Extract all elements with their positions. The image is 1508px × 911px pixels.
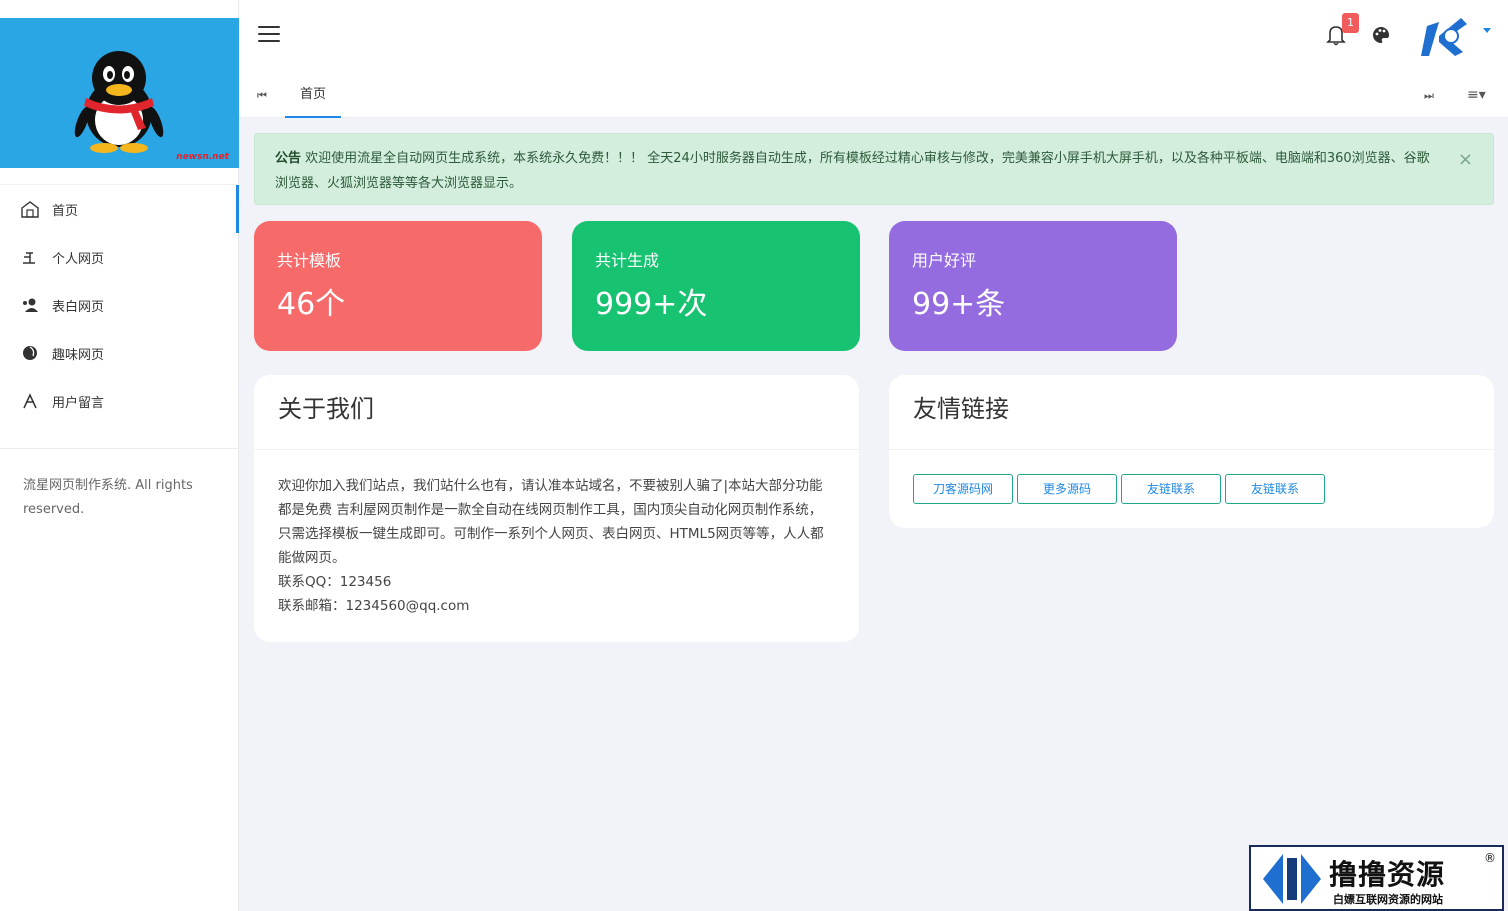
- stat-value: 46个: [277, 287, 346, 322]
- friend-link-button[interactable]: 友链联系: [1121, 474, 1221, 504]
- watermark-reg: ®: [1484, 851, 1496, 865]
- sidebar: newsn.net 首页 个人网页 表白网页 趣味网页 用户留言 流星网页制作系…: [0, 0, 239, 911]
- stat-title: 共计模板: [277, 251, 342, 270]
- sidebar-item-label: 首页: [52, 203, 79, 219]
- about-text: 欢迎你加入我们站点，我们站什么也有，请认准本站域名，不要被别人骗了|本站大部分功…: [278, 478, 824, 566]
- watermark: 撸撸资源 ® 白嫖互联网资源的网站: [1249, 845, 1504, 911]
- sidebar-item-confession[interactable]: 表白网页: [0, 281, 239, 329]
- stat-card-templates: 共计模板 46个: [254, 221, 542, 351]
- menu-icon[interactable]: [258, 26, 280, 46]
- tab-home[interactable]: 首页: [285, 72, 342, 118]
- top-header: 1: [239, 0, 1508, 72]
- about-body: 欢迎你加入我们站点，我们站什么也有，请认准本站域名，不要被别人骗了|本站大部分功…: [254, 450, 859, 618]
- watermark-logo-icon: [1263, 854, 1321, 904]
- avatar[interactable]: [1417, 12, 1471, 60]
- sidebar-item-label: 用户留言: [52, 395, 105, 411]
- sidebar-item-personal[interactable]: 个人网页: [0, 233, 239, 281]
- tab-menu-icon[interactable]: ≡▾: [1467, 87, 1486, 103]
- stat-card-reviews: 用户好评 99+条: [889, 221, 1177, 351]
- sidebar-menu: 首页 个人网页 表白网页 趣味网页 用户留言: [0, 184, 239, 425]
- stat-value: 99+条: [912, 287, 1006, 322]
- sidebar-item-label: 趣味网页: [52, 347, 105, 363]
- chevron-down-icon[interactable]: [1483, 28, 1491, 33]
- sidebar-item-fun[interactable]: 趣味网页: [0, 329, 239, 377]
- tab-scroll-right-icon[interactable]: ⏭: [1424, 89, 1434, 103]
- tab-scroll-left-icon[interactable]: ⏮: [257, 89, 267, 103]
- stat-value: 999+次: [595, 287, 708, 322]
- announcement-label: 公告: [275, 151, 302, 166]
- friend-link-button[interactable]: 刀客源码网: [913, 474, 1013, 504]
- logo-text: newsn.net: [176, 152, 229, 162]
- sidebar-item-messages[interactable]: 用户留言: [0, 377, 239, 425]
- users-icon: [20, 295, 40, 315]
- logo[interactable]: newsn.net: [0, 18, 239, 168]
- friend-link-button[interactable]: 更多源码: [1017, 474, 1117, 504]
- close-icon[interactable]: ×: [1458, 147, 1473, 172]
- friend-link-button[interactable]: 友链联系: [1225, 474, 1325, 504]
- globe-icon: [20, 343, 40, 363]
- contact-qq: 联系QQ：123456: [278, 574, 392, 590]
- about-panel: 关于我们 欢迎你加入我们站点，我们站什么也有，请认准本站域名，不要被别人骗了|本…: [254, 375, 859, 642]
- announcement-text: 欢迎使用流星全自动网页生成系统，本系统永久免费！！！ 全天24小时服务器自动生成…: [275, 151, 1430, 191]
- sidebar-item-home[interactable]: 首页: [0, 185, 239, 233]
- announcement: 公告 欢迎使用流星全自动网页生成系统，本系统永久免费！！！ 全天24小时服务器自…: [254, 133, 1494, 205]
- friend-links-title: 友情链接: [889, 375, 1494, 450]
- notification-badge: 1: [1342, 13, 1359, 33]
- about-title: 关于我们: [254, 375, 859, 450]
- sidebar-item-label: 个人网页: [52, 251, 105, 267]
- penguin-logo-icon: [74, 51, 164, 153]
- watermark-title: 撸撸资源: [1329, 858, 1446, 891]
- home-icon: [20, 199, 40, 219]
- palette-icon[interactable]: [1371, 25, 1391, 45]
- sidebar-footer: 流星网页制作系统. All rights reserved.: [23, 478, 193, 517]
- sidebar-divider: [0, 448, 239, 449]
- friend-links-panel: 友情链接 刀客源码网 更多源码 友链联系 友链联系: [889, 375, 1494, 528]
- stat-title: 共计生成: [595, 251, 660, 270]
- stat-card-generated: 共计生成 999+次: [572, 221, 860, 351]
- friend-links-list: 刀客源码网 更多源码 友链联系 友链联系: [889, 450, 1494, 504]
- contact-email: 联系邮箱：1234560@qq.com: [278, 598, 470, 614]
- sidebar-item-label: 表白网页: [52, 299, 105, 315]
- tab-bar: ⏮ 首页 ⏭ ≡▾: [239, 72, 1508, 118]
- message-icon: [20, 391, 40, 411]
- stat-title: 用户好评: [912, 251, 977, 270]
- watermark-subtitle: 白嫖互联网资源的网站: [1333, 893, 1443, 906]
- person-page-icon: [20, 247, 40, 267]
